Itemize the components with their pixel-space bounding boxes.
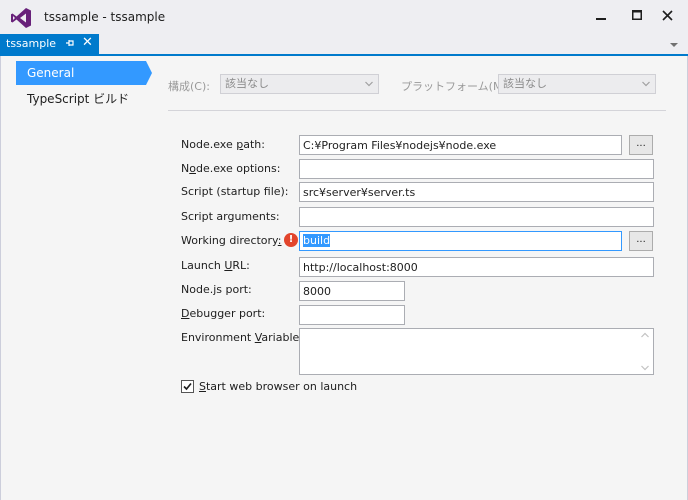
visual-studio-logo-icon (11, 8, 31, 28)
close-icon (661, 9, 673, 21)
chevron-down-icon (642, 81, 650, 87)
node-exe-options-input[interactable] (299, 159, 654, 179)
document-tab-label: tssample (6, 37, 57, 50)
nav-selection-arrow (146, 61, 152, 85)
scrollbar[interactable] (637, 329, 653, 374)
debugger-port-label: Debugger port: (181, 307, 266, 320)
script-arguments-label: Script arguments: (181, 210, 280, 223)
chevron-down-icon (365, 81, 373, 87)
document-tab[interactable]: tssample ✕ (0, 34, 99, 54)
nav-item-general[interactable]: General (16, 61, 146, 85)
tab-dropdown-icon[interactable] (668, 40, 680, 50)
nodejs-port-input[interactable] (299, 281, 405, 301)
node-exe-path-input[interactable] (299, 135, 622, 155)
configuration-select[interactable]: 該当なし (220, 74, 379, 94)
configuration-label: 構成(C): (168, 80, 210, 93)
script-arguments-input[interactable] (299, 207, 654, 227)
checkmark-icon (183, 382, 192, 391)
node-exe-browse-button[interactable]: ... (629, 135, 653, 155)
document-tab-strip (0, 34, 688, 56)
scroll-up-icon (641, 332, 649, 338)
property-page (0, 56, 688, 500)
launch-url-label: Launch URL: (181, 259, 250, 272)
window-close-button[interactable] (652, 4, 682, 26)
environment-variables-textarea[interactable] (299, 328, 654, 375)
start-browser-label[interactable]: Start web browser on launch (199, 380, 357, 393)
nodejs-port-label: Node.js port: (181, 283, 252, 296)
maximize-icon (632, 10, 642, 20)
platform-select-value: 該当なし (503, 77, 547, 90)
nav-item-typescript-build[interactable]: TypeScript ビルド (16, 87, 146, 111)
working-directory-browse-button[interactable]: ... (629, 231, 653, 251)
working-directory-label: Working directory: (181, 234, 282, 247)
node-exe-options-label: Node.exe options: (181, 162, 281, 175)
window-title: tssample - tssample (44, 10, 166, 24)
minimize-icon (596, 18, 606, 20)
launch-url-input[interactable] (299, 257, 654, 277)
start-browser-checkbox[interactable] (181, 380, 194, 393)
script-label: Script (startup file): (181, 185, 289, 198)
pin-icon[interactable] (65, 37, 75, 49)
configuration-select-value: 該当なし (225, 77, 269, 90)
node-exe-path-label: Node.exe path: (181, 138, 265, 151)
scroll-down-icon (641, 365, 649, 371)
platform-select[interactable]: 該当なし (498, 74, 656, 94)
script-input[interactable] (299, 182, 654, 202)
error-icon: ! (284, 233, 298, 247)
environment-variables-label: Environment Variables: (181, 331, 309, 344)
working-directory-input[interactable]: build (299, 231, 622, 251)
debugger-port-input[interactable] (299, 305, 405, 325)
platform-label: プラットフォーム(M): (401, 80, 511, 93)
minimize-button[interactable] (586, 4, 616, 26)
maximize-button[interactable] (622, 4, 652, 26)
working-directory-value: build (303, 234, 331, 247)
tab-close-icon[interactable]: ✕ (82, 36, 94, 50)
divider (168, 110, 666, 111)
